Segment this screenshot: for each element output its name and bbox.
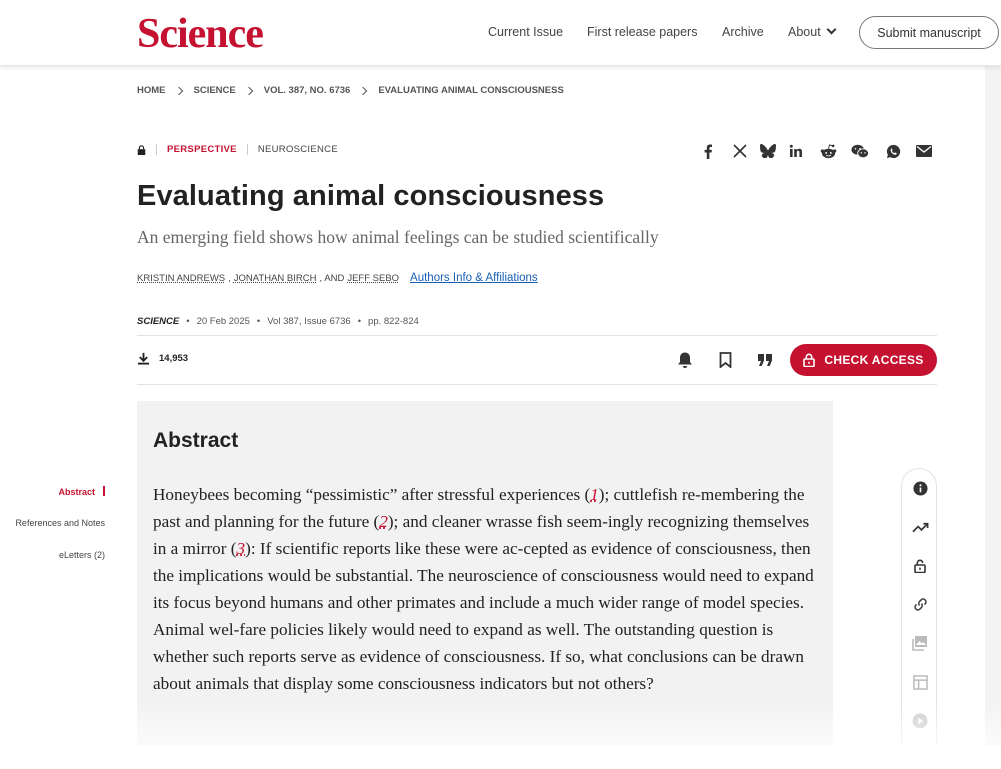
reference-link[interactable]: 3 [237,539,246,558]
abstract-heading: Abstract [153,429,239,452]
authors-info-link[interactable]: Authors Info & Affiliations [410,272,538,284]
article-field-tag[interactable]: NEUROSCIENCE [258,144,338,155]
author-link[interactable]: JONATHAN BIRCH [234,273,317,284]
volume-issue[interactable]: Vol 387, Issue 6736 [267,316,350,327]
abstract-section: Abstract Honeybees becoming “pessimistic… [137,401,833,769]
breadcrumb-home[interactable]: HOME [137,85,166,96]
author-link[interactable]: KRISTIN ANDREWS [137,273,225,284]
linkedin-icon[interactable] [787,142,805,160]
chevron-right-icon [174,86,183,95]
tables-icon[interactable] [911,673,929,691]
reference-link[interactable]: 2 [379,512,388,531]
breadcrumb-science[interactable]: SCIENCE [194,85,236,96]
cite-quote-icon[interactable] [755,350,775,370]
email-icon[interactable] [915,142,933,160]
separator-dot: • [357,316,362,327]
reddit-icon[interactable] [819,142,837,160]
article-subtitle: An emerging field shows how animal feeli… [137,227,659,247]
facebook-icon[interactable] [699,142,717,160]
tools-rail [901,468,937,758]
reference-link[interactable]: 1 [590,485,599,504]
author-and: , AND [319,273,345,284]
breadcrumb: HOME SCIENCE VOL. 387, NO. 6736 EVALUATI… [137,85,564,96]
bottom-bar [0,746,1001,769]
abstract-text-part: Honeybees becoming “pessimistic” after s… [153,485,591,504]
author-list: KRISTIN ANDREWS , JONATHAN BIRCH , AND J… [137,272,538,284]
chevron-right-icon [244,86,253,95]
author-separator: , [228,273,231,284]
separator-dot: • [256,316,261,327]
download-icon [137,352,150,365]
bookmark-icon[interactable] [715,350,735,370]
nav-about-label: About [788,25,821,39]
submit-manuscript-button[interactable]: Submit manuscript [859,16,999,49]
breadcrumb-article: EVALUATING ANIMAL CONSCIOUSNESS [378,85,564,96]
section-nav-abstract[interactable]: Abstract [58,486,105,497]
divider [246,144,248,155]
nav-about[interactable]: About [788,24,837,39]
article-type-tag[interactable]: PERSPECTIVE [167,144,237,155]
nav-archive[interactable]: Archive [722,25,764,39]
divider [137,335,937,336]
separator-dot: • [186,316,190,327]
nav-current-issue[interactable]: Current Issue [488,25,563,39]
journal-name[interactable]: SCIENCE [137,316,179,327]
check-access-button[interactable]: CHECK ACCESS [790,344,937,376]
x-icon[interactable] [731,142,749,160]
section-nav-references[interactable]: References and Notes [15,518,105,528]
download-count: 14,953 [137,352,188,365]
info-icon[interactable] [911,479,929,497]
breadcrumb-issue[interactable]: VOL. 387, NO. 6736 [264,85,351,96]
lock-icon[interactable] [911,557,929,575]
chevron-down-icon [826,24,837,35]
abstract-text: Honeybees becoming “pessimistic” after s… [153,481,821,697]
chevron-right-icon [359,86,368,95]
link-icon[interactable] [911,595,929,613]
bluesky-icon[interactable] [759,142,777,160]
page-gutter [985,66,1001,769]
check-access-label: CHECK ACCESS [824,353,924,367]
article-tags: PERSPECTIVE NEUROSCIENCE [137,144,338,155]
media-play-icon[interactable] [911,712,929,730]
whatsapp-icon[interactable] [884,142,902,160]
publication-info: SCIENCE • 20 Feb 2025 • Vol 387, Issue 6… [137,316,419,327]
lock-icon [137,144,146,155]
figures-icon[interactable] [911,634,929,652]
nav-first-release-papers[interactable]: First release papers [587,25,697,39]
bell-icon[interactable] [675,350,695,370]
section-nav-eletters[interactable]: eLetters (2) [59,550,105,560]
author-link[interactable]: JEFF SEBO [347,273,399,284]
wechat-icon[interactable] [851,142,869,160]
lock-icon [803,353,816,367]
divider [137,384,937,385]
science-logo[interactable]: Science [137,12,264,56]
abstract-text-part: ): If scientific reports like these were… [153,539,814,693]
publish-date: 20 Feb 2025 [196,316,250,327]
page-range: pp. 822-824 [368,316,419,327]
site-header: Science Current Issue First release pape… [0,0,1001,66]
divider [156,144,157,155]
download-count-value: 14,953 [159,353,189,364]
page-title: Evaluating animal consciousness [137,180,605,212]
trending-icon[interactable] [911,518,929,536]
